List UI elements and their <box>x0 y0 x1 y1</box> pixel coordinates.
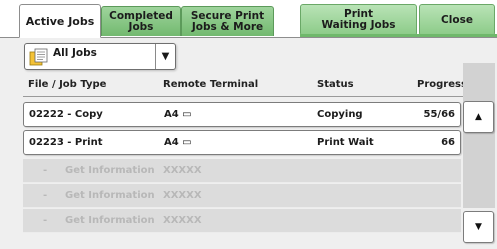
column-header-remote-terminal: Remote Terminal <box>163 79 259 90</box>
tab-label: Active Jobs <box>25 14 95 28</box>
scroll-down-button[interactable]: ▼ <box>463 211 494 243</box>
job-progress: 66 <box>441 137 455 148</box>
tab-bar: Active Jobs Completed Jobs Secure Print … <box>0 0 497 38</box>
scroll-track <box>463 63 495 208</box>
job-file-type: 02222 - Copy <box>29 109 103 120</box>
placeholder-terminal: XXXXX <box>163 215 202 226</box>
placeholder-terminal: XXXXX <box>163 190 202 201</box>
job-remote-terminal: A4 ▭ <box>164 137 192 148</box>
column-header-file-job-type: File / Job Type <box>28 79 107 90</box>
job-file-type: 02223 - Print <box>29 137 103 148</box>
close-button[interactable]: Close <box>419 4 495 36</box>
table-row[interactable]: 02223 - Print A4 ▭ Print Wait 66 <box>23 130 461 155</box>
dropdown-label: All Jobs <box>53 46 97 59</box>
tab-label: Close <box>441 13 473 26</box>
placeholder-dash: - <box>43 215 48 226</box>
placeholder-label: Get Information <box>65 215 155 226</box>
column-header-status: Status <box>317 79 354 90</box>
scroll-up-button[interactable]: ▲ <box>463 101 494 133</box>
tab-label: Completed Jobs <box>109 9 173 33</box>
dropdown-value: All Jobs <box>25 44 155 69</box>
placeholder-label: Get Information <box>65 165 155 176</box>
column-header-progress: Progress <box>417 79 467 90</box>
job-progress: 55/66 <box>423 109 455 120</box>
job-remote-terminal: A4 ▭ <box>164 109 192 120</box>
job-filter-dropdown[interactable]: All Jobs ▼ <box>24 43 176 70</box>
jobs-folder-icon <box>29 48 48 65</box>
placeholder-terminal: XXXXX <box>163 165 202 176</box>
placeholder-label: Get Information <box>65 190 155 201</box>
header-divider <box>23 96 463 97</box>
job-status: Print Wait <box>317 137 374 148</box>
chevron-down-icon[interactable]: ▼ <box>155 44 175 69</box>
placeholder-row: - Get Information XXXXX <box>23 184 461 208</box>
placeholder-row: - Get Information XXXXX <box>23 159 461 183</box>
tab-secure-print-jobs[interactable]: Secure Print Jobs & More <box>181 6 274 36</box>
triangle-up-icon: ▲ <box>475 112 482 122</box>
tab-active-jobs[interactable]: Active Jobs <box>19 4 101 38</box>
print-waiting-jobs-button[interactable]: Print Waiting Jobs <box>300 4 417 36</box>
placeholder-dash: - <box>43 190 48 201</box>
column-headers: File / Job Type Remote Terminal Status P… <box>0 79 497 93</box>
job-list-panel: All Jobs ▼ File / Job Type Remote Termin… <box>0 37 497 249</box>
placeholder-dash: - <box>43 165 48 176</box>
tab-label: Secure Print Jobs & More <box>190 9 265 33</box>
table-row[interactable]: 02222 - Copy A4 ▭ Copying 55/66 <box>23 102 461 127</box>
tab-completed-jobs[interactable]: Completed Jobs <box>101 6 181 36</box>
triangle-down-icon: ▼ <box>475 222 482 232</box>
placeholder-row: - Get Information XXXXX <box>23 209 461 233</box>
tab-label: Print Waiting Jobs <box>321 8 396 31</box>
job-status: Copying <box>317 109 363 120</box>
